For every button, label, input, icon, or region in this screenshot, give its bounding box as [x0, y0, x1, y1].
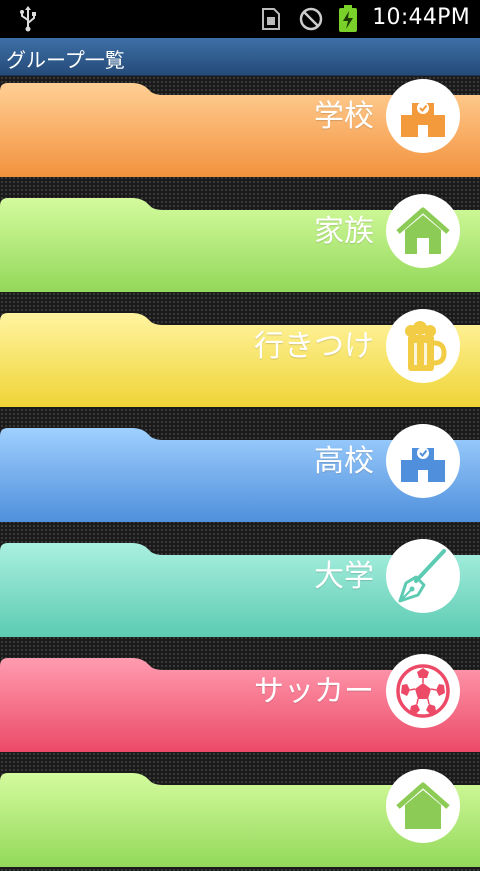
- status-bar: 10:44PM: [0, 0, 480, 38]
- group-item-soccer[interactable]: サッカー: [0, 638, 480, 756]
- school-icon: [386, 424, 460, 498]
- soccer-ball-icon: [386, 654, 460, 728]
- usb-icon: [18, 6, 38, 36]
- group-label: 学校: [314, 99, 374, 134]
- battery-charging-icon: [338, 5, 358, 37]
- group-item-family[interactable]: 家族: [0, 178, 480, 296]
- sim-card-icon: [262, 8, 280, 34]
- group-item-university[interactable]: 大学: [0, 523, 480, 641]
- group-label: 家族: [314, 214, 374, 249]
- group-label: 大学: [314, 559, 374, 594]
- house-icon: [386, 769, 460, 843]
- beer-icon: [386, 309, 460, 383]
- group-label: 行きつけ: [254, 329, 374, 364]
- clock: 10:44PM: [372, 5, 470, 30]
- group-label: 高校: [314, 444, 374, 479]
- group-label: サッカー: [254, 674, 374, 709]
- no-signal-icon: [298, 6, 324, 36]
- pen-nib-icon: [386, 539, 460, 613]
- house-icon: [386, 194, 460, 268]
- group-item-high-school[interactable]: 高校: [0, 408, 480, 526]
- group-item-regular-spots[interactable]: 行きつけ: [0, 293, 480, 411]
- school-icon: [386, 79, 460, 153]
- group-item-partial[interactable]: [0, 753, 480, 871]
- group-item-school[interactable]: 学校: [0, 63, 480, 181]
